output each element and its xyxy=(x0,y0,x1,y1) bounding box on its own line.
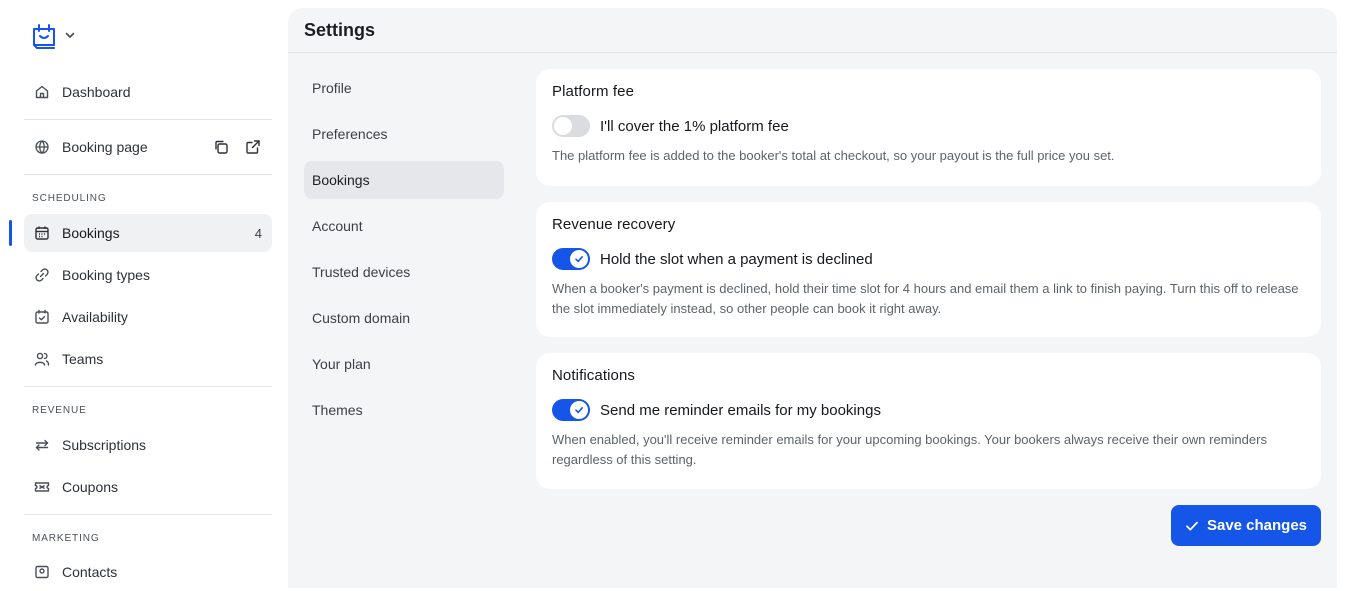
copy-icon[interactable] xyxy=(212,138,230,156)
sidebar-item-subscriptions[interactable]: Subscriptions xyxy=(24,426,272,464)
sidebar-item-label: Dashboard xyxy=(62,84,131,100)
reminder-emails-toggle[interactable] xyxy=(552,399,590,421)
tab-bookings[interactable]: Bookings xyxy=(304,161,504,199)
sidebar-item-label: Coupons xyxy=(62,479,119,495)
page-title: Settings xyxy=(304,20,376,40)
settings-panel: Settings Profile Preferences Bookings Ac… xyxy=(288,8,1337,588)
contacts-icon xyxy=(34,564,50,580)
divider xyxy=(24,386,272,387)
tab-profile[interactable]: Profile xyxy=(304,69,504,107)
external-link-icon[interactable] xyxy=(244,138,262,156)
sidebar-item-availability[interactable]: Availability xyxy=(24,298,272,336)
check-icon xyxy=(1185,519,1199,533)
card-title: Platform fee xyxy=(552,83,635,100)
sidebar-item-label: Booking types xyxy=(62,267,150,283)
sidebar-item-label: Subscriptions xyxy=(62,437,147,453)
tab-themes[interactable]: Themes xyxy=(304,391,504,429)
section-title-scheduling: SCHEDULING xyxy=(32,193,107,204)
toggle-label: Hold the slot when a payment is declined xyxy=(600,250,873,268)
link-icon xyxy=(34,267,50,283)
sidebar-item-booking-types[interactable]: Booking types xyxy=(24,256,272,294)
tab-custom-domain[interactable]: Custom domain xyxy=(304,299,504,337)
sidebar: Dashboard Booking page SCHEDULING Bookin… xyxy=(0,0,288,580)
divider xyxy=(24,514,272,515)
toggle-label: I'll cover the 1% platform fee xyxy=(600,117,789,135)
calendar-icon xyxy=(34,225,50,241)
sidebar-item-label: Teams xyxy=(62,351,104,367)
globe-icon xyxy=(34,139,50,155)
workspace-switcher[interactable] xyxy=(30,21,76,49)
settings-header: Settings xyxy=(288,8,1337,53)
ticket-icon xyxy=(34,479,50,495)
sidebar-item-coupons[interactable]: Coupons xyxy=(24,468,272,506)
platform-fee-card: Platform fee I'll cover the 1% platform … xyxy=(536,69,1321,186)
tab-trusted-devices[interactable]: Trusted devices xyxy=(304,253,504,291)
sidebar-item-teams[interactable]: Teams xyxy=(24,340,272,378)
toggle-knob xyxy=(554,117,572,135)
revenue-recovery-card: Revenue recovery Hold the slot when a pa… xyxy=(536,202,1321,337)
repeat-icon xyxy=(34,437,50,453)
card-title: Notifications xyxy=(552,367,636,384)
settings-cards: Platform fee I'll cover the 1% platform … xyxy=(536,69,1321,505)
card-description: When enabled, you'll receive reminder em… xyxy=(552,432,1267,467)
revenue-recovery-toggle[interactable] xyxy=(552,248,590,270)
check-icon xyxy=(574,254,584,264)
toggle-row: Hold the slot when a payment is declined xyxy=(552,248,1305,270)
check-icon xyxy=(574,405,584,415)
app-logo-icon xyxy=(30,21,58,49)
toggle-row: Send me reminder emails for my bookings xyxy=(552,399,1305,421)
toggle-knob xyxy=(570,401,588,419)
tab-your-plan[interactable]: Your plan xyxy=(304,345,504,383)
save-changes-button[interactable]: Save changes xyxy=(1171,505,1321,546)
toggle-row: I'll cover the 1% platform fee xyxy=(552,115,1305,137)
notifications-card: Notifications Send me reminder emails fo… xyxy=(536,353,1321,489)
divider xyxy=(24,119,272,120)
section-title-marketing: MARKETING xyxy=(32,533,100,544)
divider xyxy=(24,174,272,175)
section-title-revenue: REVENUE xyxy=(32,405,87,416)
sidebar-item-contacts[interactable]: Contacts xyxy=(24,553,272,591)
home-icon xyxy=(34,84,50,100)
toggle-knob xyxy=(570,250,588,268)
active-indicator xyxy=(9,220,12,246)
card-description: The platform fee is added to the booker'… xyxy=(552,148,1115,163)
sidebar-item-label: Contacts xyxy=(62,564,118,580)
sidebar-item-label: Bookings xyxy=(62,225,120,241)
sidebar-item-dashboard[interactable]: Dashboard xyxy=(24,73,272,111)
platform-fee-toggle[interactable] xyxy=(552,115,590,137)
tab-account[interactable]: Account xyxy=(304,207,504,245)
toggle-label: Send me reminder emails for my bookings xyxy=(600,401,881,419)
tab-preferences[interactable]: Preferences xyxy=(304,115,504,153)
calendar-check-icon xyxy=(34,309,50,325)
card-description: When a booker's payment is declined, hol… xyxy=(552,281,1299,316)
save-button-label: Save changes xyxy=(1206,517,1308,534)
settings-nav: Profile Preferences Bookings Account Tru… xyxy=(304,69,504,437)
users-icon xyxy=(34,351,50,367)
sidebar-item-bookings[interactable]: Bookings 4 xyxy=(24,214,272,252)
sidebar-item-label: Availability xyxy=(62,309,128,325)
count-badge: 4 xyxy=(254,225,262,241)
card-title: Revenue recovery xyxy=(552,216,676,233)
chevron-down-icon xyxy=(64,29,76,41)
sidebar-item-label: Booking page xyxy=(62,139,148,155)
sidebar-item-booking-page[interactable]: Booking page xyxy=(24,128,272,166)
